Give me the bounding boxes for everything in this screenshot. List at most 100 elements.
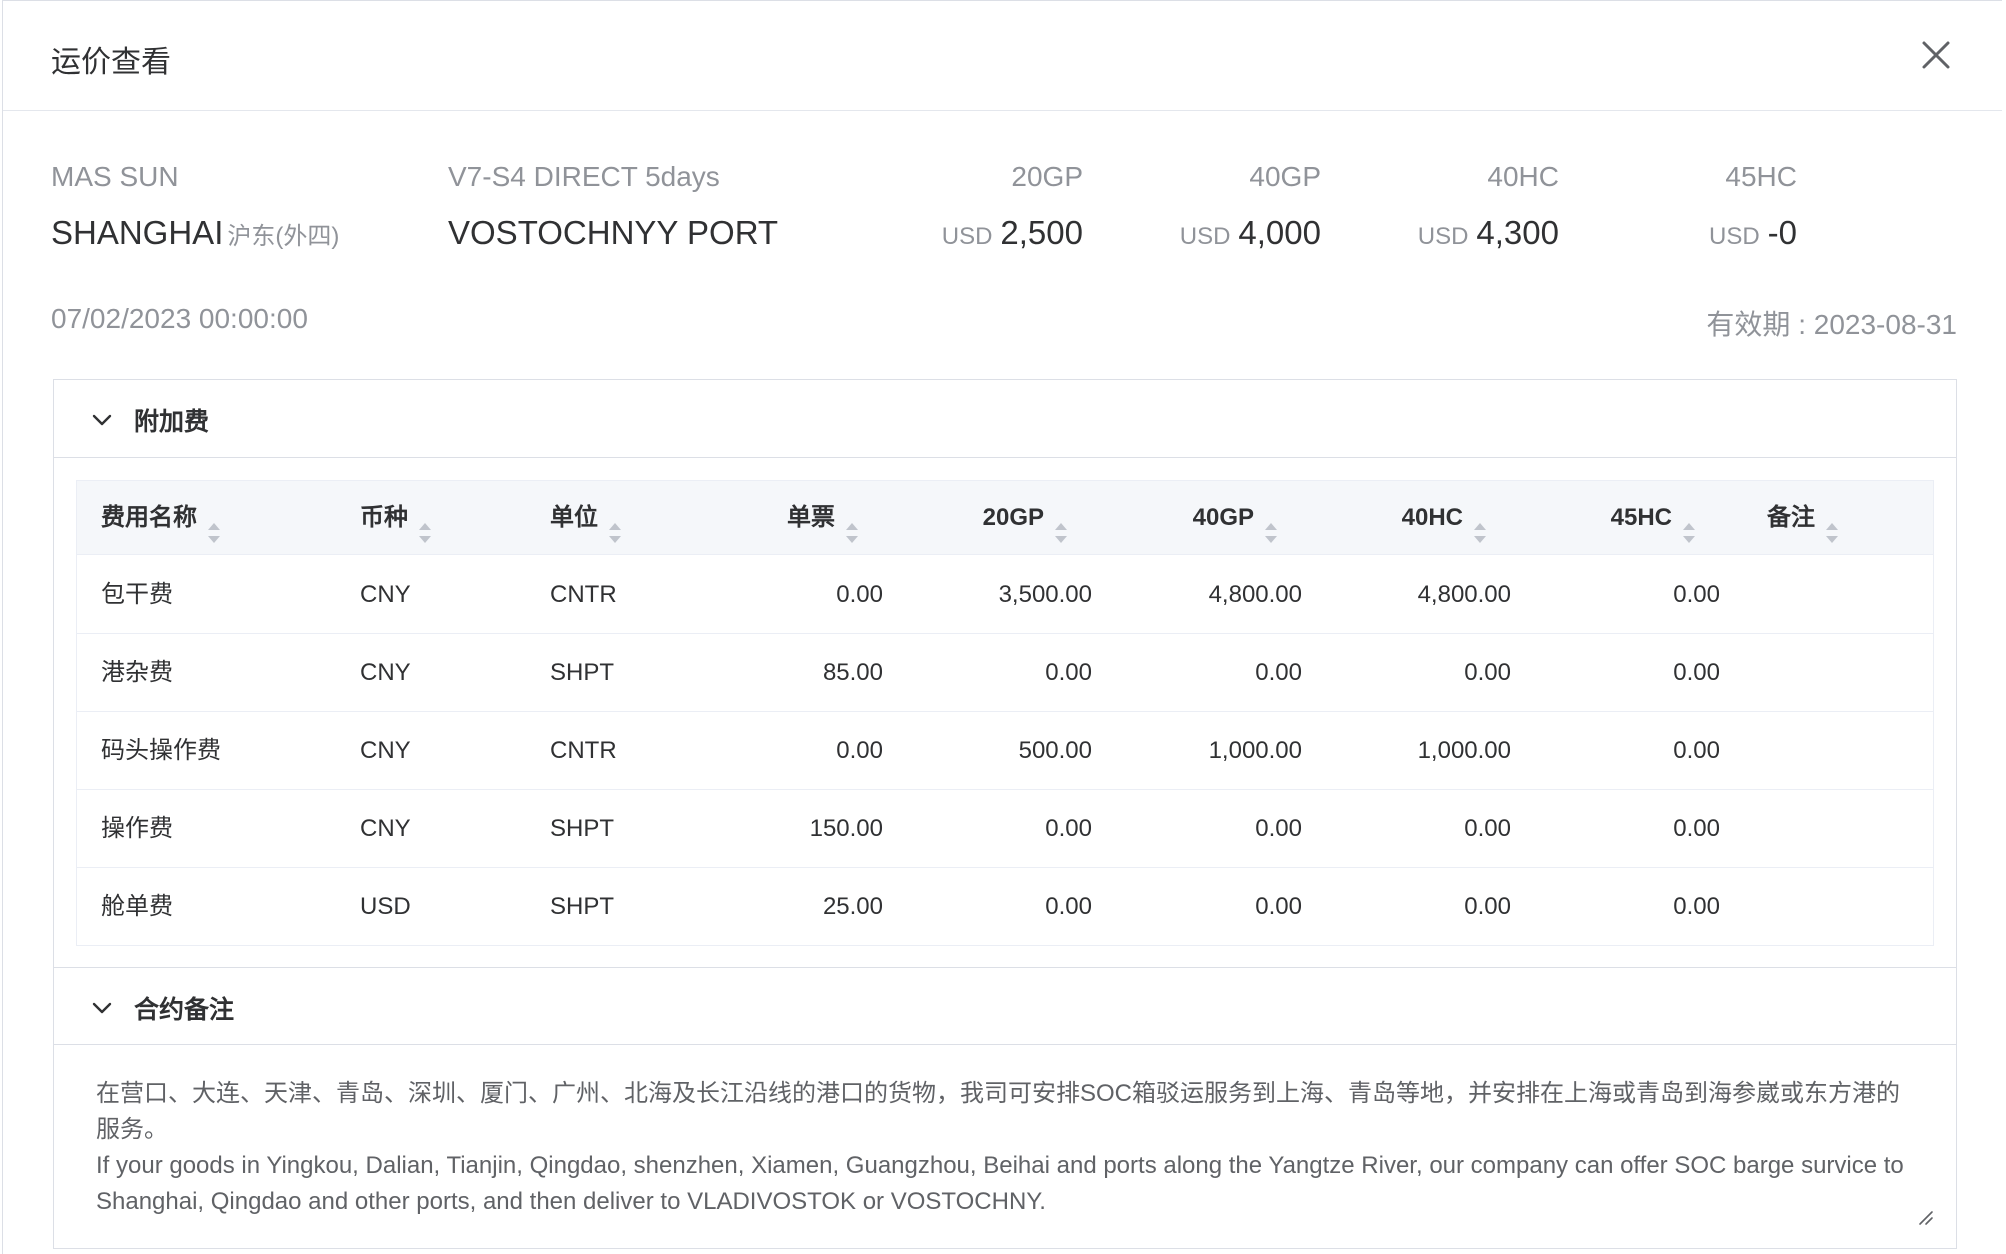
surcharge-section-title: 附加费	[134, 408, 210, 436]
table-cell-per-bill: 150.00	[809, 815, 883, 842]
table-cell-per-bill: 0.00	[836, 737, 883, 764]
price-45hc: USD -0	[1501, 214, 1797, 252]
sort-caret-icon[interactable]	[207, 503, 221, 543]
table-row: 港杂费 CNY SHPT 85.00 0.00 0.00 0.00 0.00	[77, 634, 1933, 712]
origin-port-name: SHANGHAI	[51, 214, 224, 251]
rate-view-dialog: 运价查看 MAS SUN V7-S4 DIRECT 5days 20GP 40G…	[2, 0, 2002, 1254]
column-header-remark[interactable]: 备注	[1767, 481, 1839, 555]
column-header-20gp[interactable]: 20GP	[862, 481, 1068, 555]
table-cell-20gp: 0.00	[1045, 893, 1092, 920]
table-cell-per-bill: 85.00	[822, 659, 883, 686]
table-cell-unit: SHPT	[550, 893, 615, 920]
container-40hc-label: 40HC	[1487, 161, 1559, 192]
sort-caret-icon[interactable]	[1054, 503, 1068, 543]
column-header-unit[interactable]: 单位	[550, 481, 622, 555]
table-cell-unit: CNTR	[550, 737, 617, 764]
container-45hc-label: 45HC	[1725, 161, 1797, 192]
table-row: 操作费 CNY SHPT 150.00 0.00 0.00 0.00 0.00	[77, 790, 1933, 868]
sort-caret-icon[interactable]	[1264, 503, 1278, 543]
table-cell-currency: CNY	[360, 581, 411, 608]
table-cell-currency: USD	[360, 893, 411, 920]
resize-handle-icon[interactable]	[1916, 1208, 1934, 1226]
table-row: 码头操作费 CNY CNTR 0.00 500.00 1,000.00 1,000.00 0.…	[77, 712, 1933, 790]
close-icon[interactable]	[1918, 37, 1954, 73]
column-header-40hc[interactable]: 40HC	[1281, 481, 1487, 555]
column-header-label: 单位	[550, 504, 598, 531]
destination-port: VOSTOCHNYY PORT	[448, 214, 779, 251]
table-cell-20gp: 500.00	[1018, 737, 1092, 764]
contract-remark-section-header[interactable]: 合约备注	[54, 967, 1956, 1045]
container-40gp-label: 40GP	[1249, 161, 1321, 192]
table-cell-40hc: 0.00	[1464, 893, 1511, 920]
column-header-currency[interactable]: 币种	[360, 481, 432, 555]
table-cell-40gp: 0.00	[1255, 659, 1302, 686]
table-row: 包干费 CNY CNTR 0.00 3,500.00 4,800.00 4,800.00 0.…	[77, 556, 1933, 634]
column-header-label: 40HC	[1401, 504, 1463, 531]
rate-date: 07/02/2023 00:00:00	[51, 303, 308, 334]
chevron-down-icon	[92, 414, 112, 426]
price-20gp-amount: 2,500	[1000, 214, 1083, 251]
surcharge-table: 费用名称 币种 单位 单票 20GP 40GP 40HC 45HC 备注 包干费 CNY CNTR 0…	[76, 480, 1934, 946]
table-cell-40hc: 1,000.00	[1417, 737, 1511, 764]
table-cell-fee-name: 港杂费	[101, 659, 173, 686]
sort-caret-icon[interactable]	[1473, 503, 1487, 543]
table-cell-20gp: 0.00	[1045, 659, 1092, 686]
table-header: 费用名称 币种 单位 单票 20GP 40GP 40HC 45HC 备注	[77, 481, 1933, 555]
column-header-40gp[interactable]: 40GP	[1071, 481, 1278, 555]
sort-caret-icon[interactable]	[845, 503, 859, 543]
table-cell-40hc: 4,800.00	[1417, 581, 1511, 608]
table-cell-fee-name: 包干费	[101, 581, 173, 608]
table-cell-unit: SHPT	[550, 659, 615, 686]
column-header-label: 币种	[360, 504, 408, 531]
price-45hc-amount: -0	[1767, 214, 1797, 251]
origin-port: SHANGHAI 沪东(外四)	[51, 214, 339, 252]
table-cell-fee-name: 舱单费	[101, 893, 173, 920]
origin-terminal: 沪东(外四)	[227, 223, 340, 250]
table-cell-unit: CNTR	[550, 581, 617, 608]
sort-caret-icon[interactable]	[1682, 503, 1696, 543]
column-header-label: 40GP	[1192, 504, 1254, 531]
column-header-fee-name[interactable]: 费用名称	[101, 481, 221, 555]
table-cell-fee-name: 操作费	[101, 815, 173, 842]
price-20gp-currency: USD	[941, 223, 993, 250]
dialog-title: 运价查看	[51, 46, 171, 79]
surcharge-section-header[interactable]: 附加费	[54, 380, 1956, 458]
remark-text-en: If your goods in Yingkou, Dalian, Tianji…	[96, 1152, 1904, 1215]
dialog-header: 运价查看	[3, 1, 2002, 111]
table-cell-currency: CNY	[360, 815, 411, 842]
table-cell-40gp: 0.00	[1255, 893, 1302, 920]
contract-remark-textarea[interactable]: 在营口、大连、天津、青岛、深圳、厦门、广州、北海及长江沿线的港口的货物，我司可安…	[54, 1046, 1956, 1248]
chevron-down-icon	[92, 1002, 112, 1014]
sort-caret-icon[interactable]	[608, 503, 622, 543]
table-cell-unit: SHPT	[550, 815, 615, 842]
table-cell-40hc: 0.00	[1464, 815, 1511, 842]
table-cell-per-bill: 25.00	[822, 893, 883, 920]
container-20gp-label: 20GP	[1011, 161, 1083, 192]
table-cell-45hc: 0.00	[1673, 815, 1720, 842]
table-cell-20gp: 0.00	[1045, 815, 1092, 842]
table-cell-40gp: 1,000.00	[1208, 737, 1302, 764]
column-header-label: 单票	[787, 504, 835, 531]
remark-text-cn: 在营口、大连、天津、青岛、深圳、厦门、广州、北海及长江沿线的港口的货物，我司可安…	[96, 1080, 1901, 1143]
table-cell-40hc: 0.00	[1464, 659, 1511, 686]
sort-caret-icon[interactable]	[1825, 503, 1839, 543]
sort-caret-icon[interactable]	[418, 503, 432, 543]
column-header-label: 费用名称	[101, 504, 197, 531]
table-cell-20gp: 3,500.00	[998, 581, 1092, 608]
price-40hc-currency: USD	[1417, 223, 1469, 250]
column-header-per-bill[interactable]: 单票	[653, 481, 859, 555]
price-45hc-currency: USD	[1708, 223, 1760, 250]
table-cell-40gp: 0.00	[1255, 815, 1302, 842]
price-40gp-currency: USD	[1179, 223, 1231, 250]
column-header-label: 备注	[1767, 504, 1815, 531]
column-header-label: 20GP	[982, 504, 1044, 531]
table-cell-45hc: 0.00	[1673, 581, 1720, 608]
table-cell-45hc: 0.00	[1673, 893, 1720, 920]
table-cell-45hc: 0.00	[1673, 737, 1720, 764]
table-cell-currency: CNY	[360, 659, 411, 686]
table-cell-40gp: 4,800.00	[1208, 581, 1302, 608]
column-header-45hc[interactable]: 45HC	[1490, 481, 1696, 555]
column-header-label: 45HC	[1610, 504, 1672, 531]
route-info: MAS SUN V7-S4 DIRECT 5days 20GP 40GP 40H…	[51, 111, 1957, 371]
table-row: 舱单费 USD SHPT 25.00 0.00 0.00 0.00 0.00	[77, 868, 1933, 946]
